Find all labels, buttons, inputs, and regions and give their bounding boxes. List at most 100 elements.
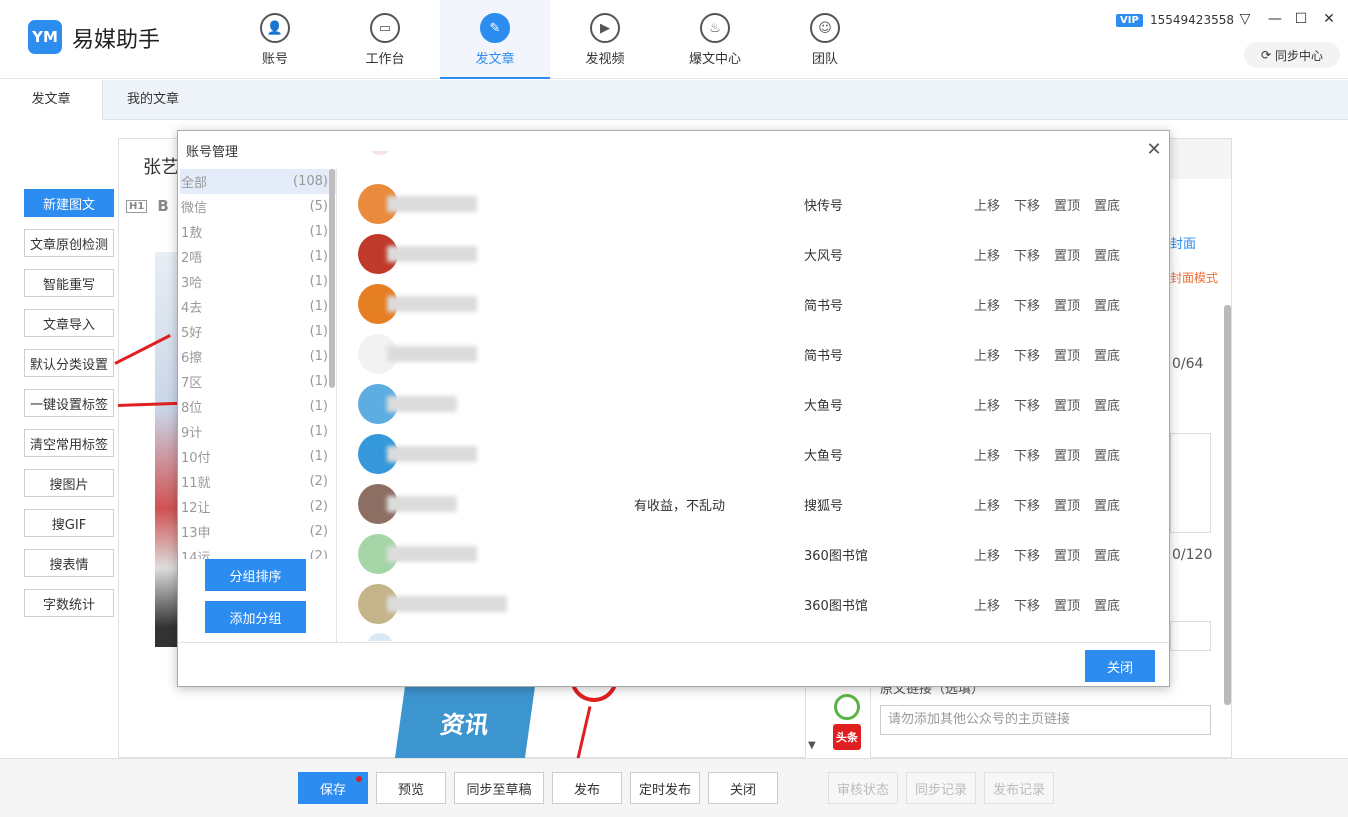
pin-top-button[interactable]: 置顶 (1054, 295, 1080, 314)
group-item[interactable]: 6擦 (1) (180, 344, 336, 369)
publish-button[interactable]: 发布 (552, 772, 622, 804)
scroll-down-icon[interactable]: ▼ (808, 740, 816, 751)
group-item[interactable]: 12让 (2) (180, 494, 336, 519)
pin-bottom-button[interactable]: 置底 (1094, 395, 1120, 414)
close-window-icon[interactable]: ✕ (1320, 11, 1338, 27)
pin-top-button[interactable]: 置顶 (1054, 595, 1080, 614)
group-item[interactable]: 10付 (1) (180, 444, 336, 469)
move-up-button[interactable]: 上移 (974, 545, 1000, 564)
minimize-icon[interactable]: — (1266, 11, 1284, 27)
account-phone[interactable]: 15549423558 (1150, 13, 1234, 27)
tool-button[interactable]: 清空常用标签 (24, 429, 114, 457)
tool-button[interactable]: 文章导入 (24, 309, 114, 337)
tool-button[interactable]: 搜表情 (24, 549, 114, 577)
maximize-icon[interactable]: ☐ (1292, 11, 1310, 27)
move-down-button[interactable]: 下移 (1014, 245, 1040, 264)
pin-top-button[interactable]: 置顶 (1054, 445, 1080, 464)
group-item[interactable]: 7区 (1) (180, 369, 336, 394)
schedule-publish-button[interactable]: 定时发布 (630, 772, 700, 804)
tool-button[interactable]: 搜图片 (24, 469, 114, 497)
toutiao-icon[interactable]: 头条 (833, 724, 861, 750)
group-item[interactable]: 11就 (2) (180, 469, 336, 494)
group-item[interactable]: 微信 (5) (180, 194, 336, 219)
group-item[interactable]: 5好 (1) (180, 319, 336, 344)
close-editor-button[interactable]: 关闭 (708, 772, 778, 804)
tool-button[interactable]: 文章原创检测 (24, 229, 114, 257)
group-item[interactable]: 8位 (1) (180, 394, 336, 419)
group-item[interactable]: 4去 (1) (180, 294, 336, 319)
pin-bottom-button[interactable]: 置底 (1094, 495, 1120, 514)
pin-top-button[interactable]: 置顶 (1054, 545, 1080, 564)
article-title-input[interactable]: 张艺 (143, 153, 179, 179)
nav-item[interactable]: ♨ 爆文中心 (660, 0, 770, 79)
group-scrollbar[interactable] (329, 169, 335, 388)
move-down-button[interactable]: 下移 (1014, 295, 1040, 314)
pin-bottom-button[interactable]: 置底 (1094, 195, 1120, 214)
move-down-button[interactable]: 下移 (1014, 195, 1040, 214)
pin-bottom-button[interactable]: 置底 (1094, 445, 1120, 464)
move-up-button[interactable]: 上移 (974, 445, 1000, 464)
nav-item[interactable]: ✎ 发文章 (440, 0, 550, 79)
pin-top-button[interactable]: 置顶 (1054, 345, 1080, 364)
settings-scrollbar[interactable] (1224, 305, 1231, 705)
pin-top-button[interactable]: 置顶 (1054, 395, 1080, 414)
move-up-button[interactable]: 上移 (974, 495, 1000, 514)
tool-button[interactable]: 智能重写 (24, 269, 114, 297)
pin-bottom-button[interactable]: 置底 (1094, 545, 1120, 564)
group-item[interactable]: 全部 (108) (180, 169, 336, 194)
move-up-button[interactable]: 上移 (974, 245, 1000, 264)
move-down-button[interactable]: 下移 (1014, 495, 1040, 514)
dialog-close-button[interactable]: 关闭 (1085, 650, 1155, 682)
group-item[interactable]: 3哈 (1) (180, 269, 336, 294)
move-down-button[interactable]: 下移 (1014, 445, 1040, 464)
group-item[interactable]: 9计 (1) (180, 419, 336, 444)
group-item[interactable]: 1敖 (1) (180, 219, 336, 244)
nav-item[interactable]: ☺ 团队 (770, 0, 880, 79)
heading-icon[interactable]: H1 (126, 199, 148, 213)
move-down-button[interactable]: 下移 (1014, 395, 1040, 414)
tool-button[interactable]: 新建图文 (24, 189, 114, 217)
review-status-button[interactable]: 审核状态 (828, 772, 898, 804)
sync-draft-button[interactable]: 同步至草稿 (454, 772, 544, 804)
nav-item[interactable]: ▶ 发视频 (550, 0, 660, 79)
pin-top-button[interactable]: 置顶 (1054, 245, 1080, 264)
pin-top-button[interactable]: 置顶 (1054, 495, 1080, 514)
preview-button[interactable]: 预览 (376, 772, 446, 804)
pin-bottom-button[interactable]: 置底 (1094, 595, 1120, 614)
group-item[interactable]: 2唔 (1) (180, 244, 336, 269)
pin-bottom-button[interactable]: 置底 (1094, 245, 1120, 264)
save-button[interactable]: 保存 (298, 772, 368, 804)
move-down-button[interactable]: 下移 (1014, 345, 1040, 364)
move-up-button[interactable]: 上移 (974, 345, 1000, 364)
pin-top-button[interactable]: 置顶 (1054, 195, 1080, 214)
cover-mode-link[interactable]: 封面模式 (1170, 269, 1218, 286)
tab-my-articles[interactable]: 我的文章 (108, 80, 198, 120)
platform-green-icon[interactable] (834, 694, 860, 720)
author-input[interactable] (1170, 621, 1211, 651)
summary-textarea[interactable] (1170, 433, 1211, 533)
cover-link[interactable]: 封面 (1170, 233, 1196, 252)
original-link-input[interactable]: 请勿添加其他公众号的主页链接 (880, 705, 1211, 735)
move-up-button[interactable]: 上移 (974, 295, 1000, 314)
dropdown-icon[interactable]: ▽ (1236, 11, 1254, 27)
group-item[interactable]: 14运 (2) (180, 544, 336, 559)
nav-item[interactable]: 👤 账号 (220, 0, 330, 79)
move-down-button[interactable]: 下移 (1014, 595, 1040, 614)
bold-icon[interactable]: B (157, 197, 168, 215)
move-up-button[interactable]: 上移 (974, 195, 1000, 214)
tool-button[interactable]: 字数统计 (24, 589, 114, 617)
add-group-button[interactable]: 添加分组 (205, 601, 306, 633)
tool-button[interactable]: 搜GIF (24, 509, 114, 537)
move-up-button[interactable]: 上移 (974, 595, 1000, 614)
tool-button[interactable]: 默认分类设置 (24, 349, 114, 377)
tab-post-article[interactable]: 发文章 (0, 80, 103, 120)
pin-bottom-button[interactable]: 置底 (1094, 345, 1120, 364)
group-sort-button[interactable]: 分组排序 (205, 559, 306, 591)
group-item[interactable]: 13申 (2) (180, 519, 336, 544)
pin-bottom-button[interactable]: 置底 (1094, 295, 1120, 314)
tool-button[interactable]: 一键设置标签 (24, 389, 114, 417)
nav-item[interactable]: ▭ 工作台 (330, 0, 440, 79)
move-up-button[interactable]: 上移 (974, 395, 1000, 414)
sync-center-button[interactable]: ⟳ 同步中心 (1244, 42, 1340, 68)
sync-record-button[interactable]: 同步记录 (906, 772, 976, 804)
